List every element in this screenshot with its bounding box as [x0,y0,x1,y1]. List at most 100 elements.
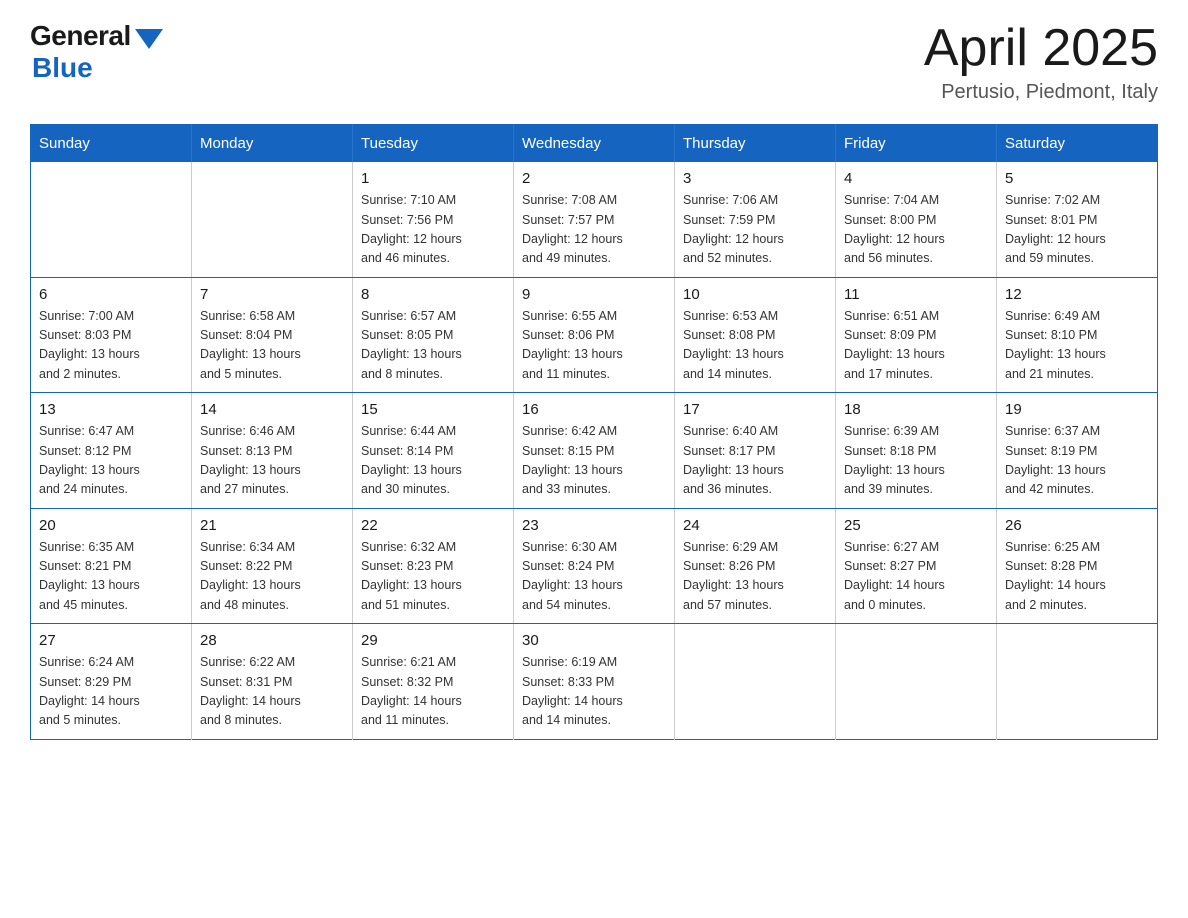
day-info: Sunrise: 6:47 AM Sunset: 8:12 PM Dayligh… [39,422,183,500]
calendar-cell: 4 Sunrise: 7:04 AM Sunset: 8:00 PM Daylig… [836,162,997,277]
day-number: 23 [522,517,666,534]
calendar-cell: 12 Sunrise: 6:49 AM Sunset: 8:10 PM Dayli… [997,277,1158,393]
day-number: 12 [1005,286,1149,303]
day-info: Sunrise: 6:21 AM Sunset: 8:32 PM Dayligh… [361,653,505,731]
calendar-header: SundayMondayTuesdayWednesdayThursdayFrid… [31,125,1158,163]
day-number: 25 [844,517,988,534]
calendar-cell: 24 Sunrise: 6:29 AM Sunset: 8:26 PM Dayli… [675,508,836,624]
day-number: 14 [200,401,344,418]
calendar-cell [31,162,192,277]
day-number: 8 [361,286,505,303]
calendar-cell: 22 Sunrise: 6:32 AM Sunset: 8:23 PM Dayli… [353,508,514,624]
day-number: 7 [200,286,344,303]
calendar-cell [997,624,1158,740]
calendar-cell: 13Sunrise: 6:47 AM Sunset: 8:12 PM Dayli… [31,393,192,509]
day-info: Sunrise: 6:34 AM Sunset: 8:22 PM Dayligh… [200,538,344,616]
day-info: Sunrise: 7:02 AM Sunset: 8:01 PM Dayligh… [1005,191,1149,269]
day-info: Sunrise: 6:49 AM Sunset: 8:10 PM Dayligh… [1005,307,1149,385]
calendar-week-row: 27 Sunrise: 6:24 AM Sunset: 8:29 PM Dayli… [31,624,1158,740]
logo-blue-text: Blue [32,52,93,84]
day-number: 17 [683,401,827,418]
day-info: Sunrise: 6:24 AM Sunset: 8:29 PM Dayligh… [39,653,183,731]
day-number: 5 [1005,170,1149,187]
day-number: 21 [200,517,344,534]
day-number: 3 [683,170,827,187]
calendar-cell: 8 Sunrise: 6:57 AM Sunset: 8:05 PM Daylig… [353,277,514,393]
day-number: 11 [844,286,988,303]
day-info: Sunrise: 6:19 AM Sunset: 8:33 PM Dayligh… [522,653,666,731]
calendar-cell: 20 Sunrise: 6:35 AM Sunset: 8:21 PM Dayli… [31,508,192,624]
day-number: 27 [39,632,183,649]
calendar-cell: 14 Sunrise: 6:46 AM Sunset: 8:13 PM Dayli… [192,393,353,509]
calendar-cell: 25 Sunrise: 6:27 AM Sunset: 8:27 PM Dayli… [836,508,997,624]
day-of-week-header: Sunday [31,125,192,163]
calendar-cell [192,162,353,277]
calendar-body: 1 Sunrise: 7:10 AM Sunset: 7:56 PM Daylig… [31,162,1158,739]
day-info: Sunrise: 6:22 AM Sunset: 8:31 PM Dayligh… [200,653,344,731]
day-number: 28 [200,632,344,649]
calendar-cell: 27 Sunrise: 6:24 AM Sunset: 8:29 PM Dayli… [31,624,192,740]
day-info: Sunrise: 6:40 AM Sunset: 8:17 PM Dayligh… [683,422,827,500]
day-number: 26 [1005,517,1149,534]
calendar-cell: 2Sunrise: 7:08 AM Sunset: 7:57 PM Daylig… [514,162,675,277]
calendar-cell: 15Sunrise: 6:44 AM Sunset: 8:14 PM Dayli… [353,393,514,509]
page-header: General Blue April 2025 Pertusio, Piedmo… [30,20,1158,104]
calendar-cell: 9Sunrise: 6:55 AM Sunset: 8:06 PM Daylig… [514,277,675,393]
logo: General Blue [30,20,163,84]
calendar-cell: 18 Sunrise: 6:39 AM Sunset: 8:18 PM Dayli… [836,393,997,509]
day-number: 20 [39,517,183,534]
calendar-cell: 29Sunrise: 6:21 AM Sunset: 8:32 PM Dayli… [353,624,514,740]
day-of-week-header: Thursday [675,125,836,163]
day-info: Sunrise: 6:53 AM Sunset: 8:08 PM Dayligh… [683,307,827,385]
calendar-cell: 17 Sunrise: 6:40 AM Sunset: 8:17 PM Dayli… [675,393,836,509]
day-number: 15 [361,401,505,418]
day-info: Sunrise: 6:25 AM Sunset: 8:28 PM Dayligh… [1005,538,1149,616]
logo-triangle-icon [135,29,163,49]
calendar-cell: 28 Sunrise: 6:22 AM Sunset: 8:31 PM Dayli… [192,624,353,740]
day-number: 18 [844,401,988,418]
day-info: Sunrise: 7:00 AM Sunset: 8:03 PM Dayligh… [39,307,183,385]
calendar-cell: 16 Sunrise: 6:42 AM Sunset: 8:15 PM Dayli… [514,393,675,509]
day-info: Sunrise: 7:08 AM Sunset: 7:57 PM Dayligh… [522,191,666,269]
calendar-cell [675,624,836,740]
month-year-title: April 2025 [924,20,1158,77]
calendar-cell [836,624,997,740]
day-info: Sunrise: 7:06 AM Sunset: 7:59 PM Dayligh… [683,191,827,269]
day-of-week-header: Tuesday [353,125,514,163]
day-info: Sunrise: 7:04 AM Sunset: 8:00 PM Dayligh… [844,191,988,269]
calendar-cell: 1 Sunrise: 7:10 AM Sunset: 7:56 PM Daylig… [353,162,514,277]
day-number: 30 [522,632,666,649]
day-number: 1 [361,170,505,187]
calendar-cell: 26 Sunrise: 6:25 AM Sunset: 8:28 PM Dayli… [997,508,1158,624]
calendar-cell: 23Sunrise: 6:30 AM Sunset: 8:24 PM Dayli… [514,508,675,624]
day-info: Sunrise: 6:39 AM Sunset: 8:18 PM Dayligh… [844,422,988,500]
calendar-cell: 30 Sunrise: 6:19 AM Sunset: 8:33 PM Dayli… [514,624,675,740]
day-number: 4 [844,170,988,187]
day-info: Sunrise: 6:46 AM Sunset: 8:13 PM Dayligh… [200,422,344,500]
day-info: Sunrise: 6:37 AM Sunset: 8:19 PM Dayligh… [1005,422,1149,500]
day-of-week-header: Monday [192,125,353,163]
day-info: Sunrise: 6:42 AM Sunset: 8:15 PM Dayligh… [522,422,666,500]
calendar-cell: 19 Sunrise: 6:37 AM Sunset: 8:19 PM Dayli… [997,393,1158,509]
calendar-table: SundayMondayTuesdayWednesdayThursdayFrid… [30,124,1158,740]
day-number: 16 [522,401,666,418]
day-info: Sunrise: 6:32 AM Sunset: 8:23 PM Dayligh… [361,538,505,616]
logo-general-text: General [30,20,131,52]
day-info: Sunrise: 6:57 AM Sunset: 8:05 PM Dayligh… [361,307,505,385]
calendar-cell: 3 Sunrise: 7:06 AM Sunset: 7:59 PM Daylig… [675,162,836,277]
day-info: Sunrise: 6:27 AM Sunset: 8:27 PM Dayligh… [844,538,988,616]
day-of-week-header: Saturday [997,125,1158,163]
day-number: 19 [1005,401,1149,418]
day-info: Sunrise: 6:29 AM Sunset: 8:26 PM Dayligh… [683,538,827,616]
calendar-week-row: 6 Sunrise: 7:00 AM Sunset: 8:03 PM Daylig… [31,277,1158,393]
day-number: 6 [39,286,183,303]
calendar-week-row: 1 Sunrise: 7:10 AM Sunset: 7:56 PM Daylig… [31,162,1158,277]
day-info: Sunrise: 7:10 AM Sunset: 7:56 PM Dayligh… [361,191,505,269]
day-header-row: SundayMondayTuesdayWednesdayThursdayFrid… [31,125,1158,163]
location-text: Pertusio, Piedmont, Italy [924,81,1158,104]
day-number: 9 [522,286,666,303]
day-number: 24 [683,517,827,534]
day-info: Sunrise: 6:35 AM Sunset: 8:21 PM Dayligh… [39,538,183,616]
day-number: 22 [361,517,505,534]
day-of-week-header: Friday [836,125,997,163]
